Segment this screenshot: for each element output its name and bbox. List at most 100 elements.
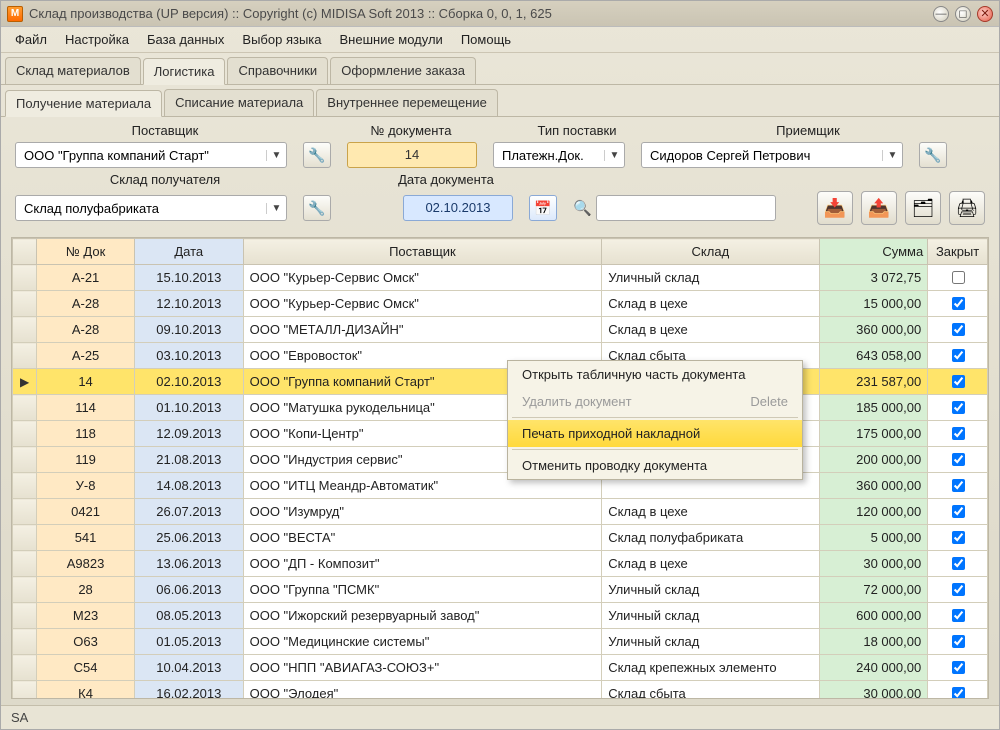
calendar-button[interactable]: 📅 [529, 195, 557, 221]
col-header[interactable]: Поставщик [243, 239, 602, 265]
closed-checkbox[interactable] [952, 583, 965, 596]
col-header[interactable]: Склад [602, 239, 819, 265]
receiver-input[interactable] [642, 143, 882, 167]
minimize-button[interactable]: — [933, 6, 949, 22]
table-row[interactable]: С5410.04.2013ООО "НПП "АВИАГАЗ-СОЮЗ+"Скл… [13, 655, 988, 681]
menu-Внешние модули[interactable]: Внешние модули [332, 28, 451, 51]
chevron-down-icon[interactable]: ▼ [266, 203, 286, 214]
chevron-down-icon[interactable]: ▼ [882, 150, 902, 161]
table-row[interactable]: 11812.09.2013ООО "Копи-Центр"175 000,00 [13, 421, 988, 447]
closed-cell[interactable] [928, 525, 988, 551]
closed-cell[interactable] [928, 577, 988, 603]
closed-checkbox[interactable] [952, 323, 965, 336]
table-row[interactable]: А-2115.10.2013ООО "Курьер-Сервис Омск"Ул… [13, 265, 988, 291]
closed-cell[interactable] [928, 291, 988, 317]
table-row[interactable]: К416.02.2013ООО "Элодея"Склад сбыта30 00… [13, 681, 988, 700]
closed-checkbox[interactable] [952, 297, 965, 310]
supplier-combo[interactable]: ▼ [15, 142, 287, 168]
closed-cell[interactable] [928, 317, 988, 343]
tab-Получение материала[interactable]: Получение материала [5, 90, 162, 117]
tab-Оформление заказа[interactable]: Оформление заказа [330, 57, 476, 84]
closed-cell[interactable] [928, 421, 988, 447]
closed-checkbox[interactable] [952, 609, 965, 622]
supplier-lookup-button[interactable]: 🔧 [303, 142, 331, 168]
col-header[interactable]: Закрыт [928, 239, 988, 265]
refresh-button[interactable]: 🗂 [905, 191, 941, 225]
col-header[interactable]: Дата [134, 239, 243, 265]
table-row[interactable]: А-2503.10.2013ООО "Евровосток"Склад сбыт… [13, 343, 988, 369]
table-row[interactable]: 042126.07.2013ООО "Изумруд"Склад в цехе1… [13, 499, 988, 525]
docdate-field[interactable]: 02.10.2013 [403, 195, 513, 221]
closed-cell[interactable] [928, 447, 988, 473]
closed-checkbox[interactable] [952, 427, 965, 440]
receiver-combo[interactable]: ▼ [641, 142, 903, 168]
closed-cell[interactable] [928, 681, 988, 700]
menu-База данных[interactable]: База данных [139, 28, 232, 51]
tab-Склад материалов[interactable]: Склад материалов [5, 57, 141, 84]
closed-checkbox[interactable] [952, 687, 965, 699]
closed-cell[interactable] [928, 629, 988, 655]
table-row[interactable]: А-2812.10.2013ООО "Курьер-Сервис Омск"Ск… [13, 291, 988, 317]
col-header[interactable]: Сумма [819, 239, 928, 265]
maximize-button[interactable]: ◻ [955, 6, 971, 22]
col-header[interactable]: № Док [37, 239, 135, 265]
closed-checkbox[interactable] [952, 479, 965, 492]
table-row[interactable]: А982313.06.2013ООО "ДП - Композит"Склад … [13, 551, 988, 577]
tab-Списание материала[interactable]: Списание материала [164, 89, 314, 116]
menu-Помощь[interactable]: Помощь [453, 28, 519, 51]
closed-cell[interactable] [928, 395, 988, 421]
table-row[interactable]: М2308.05.2013ООО "Ижорский резервуарный … [13, 603, 988, 629]
closed-checkbox[interactable] [952, 271, 965, 284]
supplier-input[interactable] [16, 143, 266, 167]
closed-checkbox[interactable] [952, 557, 965, 570]
closed-checkbox[interactable] [952, 531, 965, 544]
store-lookup-button[interactable]: 🔧 [303, 195, 331, 221]
type-combo[interactable]: ▼ [493, 142, 625, 168]
table-row[interactable]: 54125.06.2013ООО "ВЕСТА"Склад полуфабрик… [13, 525, 988, 551]
closed-cell[interactable] [928, 551, 988, 577]
closed-cell[interactable] [928, 369, 988, 395]
table-row[interactable]: 2806.06.2013ООО "Группа "ПСМК"Уличный ск… [13, 577, 988, 603]
closed-checkbox[interactable] [952, 401, 965, 414]
closed-cell[interactable] [928, 655, 988, 681]
chevron-down-icon[interactable]: ▼ [266, 150, 286, 161]
print-button[interactable]: 🖨 [949, 191, 985, 225]
export-button[interactable]: 📤 [861, 191, 897, 225]
table-row[interactable]: О6301.05.2013ООО "Медицинские системы"Ул… [13, 629, 988, 655]
table-row[interactable]: 11921.08.2013ООО "Индустрия сервис"200 0… [13, 447, 988, 473]
receiver-lookup-button[interactable]: 🔧 [919, 142, 947, 168]
store-combo[interactable]: ▼ [15, 195, 287, 221]
tab-Логистика[interactable]: Логистика [143, 58, 226, 85]
context-menu-item[interactable]: Печать приходной накладной [508, 420, 802, 447]
closed-cell[interactable] [928, 603, 988, 629]
closed-checkbox[interactable] [952, 661, 965, 674]
closed-cell[interactable] [928, 265, 988, 291]
search-input[interactable] [596, 195, 776, 221]
documents-grid[interactable]: № ДокДатаПоставщикСкладСуммаЗакрытА-2115… [11, 237, 989, 699]
store-input[interactable] [16, 196, 266, 220]
table-row[interactable]: ▶1402.10.2013ООО "Группа компаний Старт"… [13, 369, 988, 395]
closed-cell[interactable] [928, 343, 988, 369]
context-menu-item[interactable]: Отменить проводку документа [508, 452, 802, 479]
closed-cell[interactable] [928, 473, 988, 499]
context-menu-item[interactable]: Открыть табличную часть документа [508, 361, 802, 388]
chevron-down-icon[interactable]: ▼ [604, 150, 624, 161]
search-icon[interactable]: 🔍 [573, 199, 592, 217]
import-button[interactable]: 📥 [817, 191, 853, 225]
closed-checkbox[interactable] [952, 635, 965, 648]
close-button[interactable]: ✕ [977, 6, 993, 22]
tab-Справочники[interactable]: Справочники [227, 57, 328, 84]
menu-Выбор языка[interactable]: Выбор языка [234, 28, 329, 51]
menu-Файл[interactable]: Файл [7, 28, 55, 51]
closed-checkbox[interactable] [952, 505, 965, 518]
closed-checkbox[interactable] [952, 375, 965, 388]
closed-cell[interactable] [928, 499, 988, 525]
table-row[interactable]: А-2809.10.2013ООО "МЕТАЛЛ-ДИЗАЙН"Склад в… [13, 317, 988, 343]
closed-checkbox[interactable] [952, 349, 965, 362]
menu-Настройка[interactable]: Настройка [57, 28, 137, 51]
closed-checkbox[interactable] [952, 453, 965, 466]
table-row[interactable]: 11401.10.2013ООО "Матушка рукодельница"1… [13, 395, 988, 421]
docnum-field[interactable]: 14 [347, 142, 477, 168]
tab-Внутреннее перемещение[interactable]: Внутреннее перемещение [316, 89, 498, 116]
table-row[interactable]: У-814.08.2013ООО "ИТЦ Меандр-Автоматик"3… [13, 473, 988, 499]
